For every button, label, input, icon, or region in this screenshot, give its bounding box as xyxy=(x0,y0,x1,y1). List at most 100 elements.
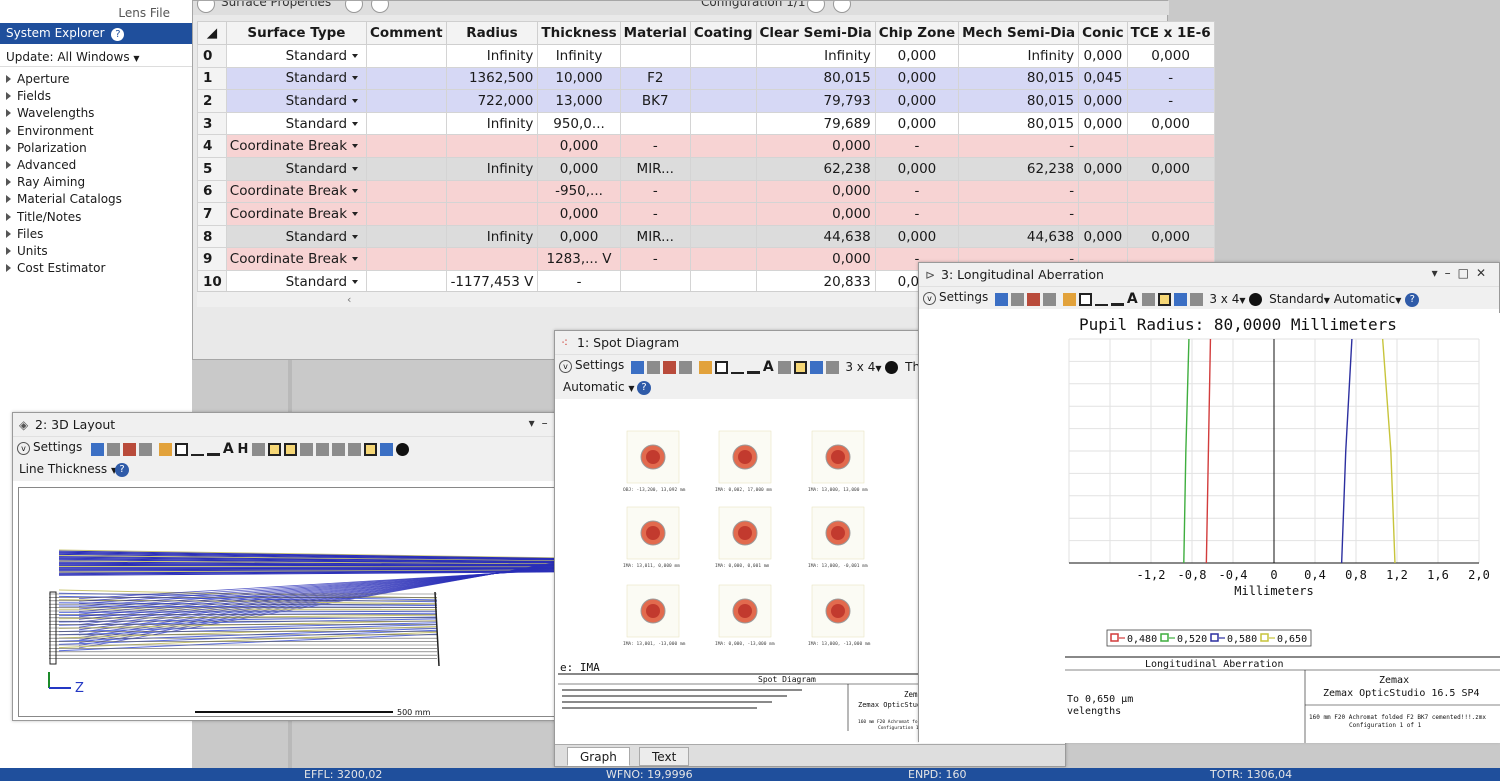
system-explorer-item-advanced[interactable]: Advanced xyxy=(0,157,192,174)
column-header[interactable]: TCE x 1E-6 xyxy=(1126,21,1215,45)
mech-cell[interactable]: - xyxy=(958,179,1080,204)
radius-cell[interactable]: Infinity xyxy=(445,44,539,68)
tab-text[interactable]: Text xyxy=(639,747,690,766)
save-icon[interactable] xyxy=(123,443,136,456)
radius-cell[interactable] xyxy=(445,247,539,271)
clear-cell[interactable]: 80,015 xyxy=(755,66,876,91)
clear-cell[interactable]: 79,793 xyxy=(755,89,876,113)
system-explorer-item-environment[interactable]: Environment xyxy=(0,123,192,140)
column-header[interactable]: Thickness xyxy=(537,21,621,45)
system-explorer-item-title-notes[interactable]: Title/Notes xyxy=(0,209,192,226)
mech-cell[interactable]: 80,015 xyxy=(958,89,1080,113)
surface-index[interactable]: 1 xyxy=(197,66,227,91)
comment-cell[interactable] xyxy=(366,202,447,226)
system-explorer-header[interactable]: System Explorer ? xyxy=(0,23,192,44)
window-icon[interactable] xyxy=(380,443,394,456)
pencil-icon[interactable] xyxy=(158,443,172,456)
bulb-icon[interactable] xyxy=(777,361,791,374)
refresh-icon[interactable] xyxy=(995,293,1008,306)
view-icon[interactable] xyxy=(284,443,298,456)
conic-cell[interactable]: 0,000 xyxy=(1078,89,1128,113)
pan-icon[interactable] xyxy=(300,443,314,456)
thickness-cell[interactable]: 10,000 xyxy=(537,66,621,91)
column-header[interactable]: Coating xyxy=(689,21,757,45)
chip-cell[interactable]: - xyxy=(874,134,960,158)
thickness-cell[interactable]: 0,000 xyxy=(537,134,621,158)
mech-cell[interactable]: 44,638 xyxy=(958,224,1080,249)
zoom-icon[interactable] xyxy=(316,443,330,456)
mech-cell[interactable]: 80,015 xyxy=(958,66,1080,91)
surface-type-cell[interactable]: Standard xyxy=(225,269,368,294)
comment-cell[interactable] xyxy=(366,134,447,158)
line-icon[interactable] xyxy=(1110,293,1124,306)
system-explorer-item-units[interactable]: Units xyxy=(0,243,192,260)
comment-cell[interactable] xyxy=(366,111,447,136)
surface-index[interactable]: 4 xyxy=(197,134,227,158)
clear-cell[interactable]: 44,638 xyxy=(755,224,876,249)
image-icon[interactable] xyxy=(332,443,346,456)
chevron-down-icon[interactable] xyxy=(352,257,359,262)
line-icon[interactable] xyxy=(746,361,760,374)
pencil-icon[interactable] xyxy=(1062,293,1076,306)
chevron-down-icon[interactable] xyxy=(352,98,359,103)
pencil-icon[interactable] xyxy=(698,361,712,374)
surface-type-cell[interactable]: Standard xyxy=(225,156,368,181)
radius-cell[interactable]: Infinity xyxy=(445,156,539,181)
material-cell[interactable]: - xyxy=(619,134,691,158)
chip-cell[interactable]: 0,000 xyxy=(874,224,960,249)
chip-cell[interactable]: 0,000 xyxy=(874,111,960,136)
scroll-left-icon[interactable]: ‹ xyxy=(347,293,351,306)
surface-index[interactable]: 5 xyxy=(197,156,227,181)
system-explorer-item-ray-aiming[interactable]: Ray Aiming xyxy=(0,174,192,191)
layout-grid-icon[interactable] xyxy=(364,443,378,456)
material-cell[interactable]: BK7 xyxy=(619,89,691,113)
save-icon[interactable] xyxy=(1027,293,1040,306)
clear-cell[interactable]: 0,000 xyxy=(755,247,876,271)
surface-index[interactable]: 6 xyxy=(197,179,227,204)
power-icon[interactable] xyxy=(885,361,899,374)
tce-cell[interactable]: - xyxy=(1126,89,1215,113)
power-icon[interactable] xyxy=(1249,293,1263,306)
dimension-icon[interactable]: H xyxy=(238,442,249,457)
mech-cell[interactable]: 80,015 xyxy=(958,111,1080,136)
power-icon[interactable] xyxy=(396,443,410,456)
rectangle-icon[interactable] xyxy=(714,361,728,374)
copy-icon[interactable] xyxy=(107,443,120,456)
column-header[interactable]: Clear Semi-Dia xyxy=(755,21,876,45)
clear-cell[interactable]: Infinity xyxy=(755,44,876,68)
coating-cell[interactable] xyxy=(689,134,757,158)
help-icon[interactable]: ? xyxy=(115,463,129,477)
comment-cell[interactable] xyxy=(366,247,447,271)
surface-type-cell[interactable]: Coordinate Break xyxy=(225,247,368,271)
print-icon[interactable] xyxy=(679,361,692,374)
chevron-down-icon[interactable] xyxy=(352,121,359,126)
coating-cell[interactable] xyxy=(689,247,757,271)
system-explorer-item-aperture[interactable]: Aperture xyxy=(0,71,192,88)
thickness-cell[interactable]: 950,0... xyxy=(537,111,621,136)
layers-icon[interactable] xyxy=(825,361,839,374)
text-tool-icon[interactable]: A xyxy=(223,441,234,457)
config-next-icon[interactable] xyxy=(833,1,851,13)
coating-cell[interactable] xyxy=(689,202,757,226)
mech-cell[interactable]: - xyxy=(958,134,1080,158)
bulb-icon[interactable] xyxy=(1141,293,1155,306)
system-explorer-item-files[interactable]: Files xyxy=(0,226,192,243)
radius-cell[interactable] xyxy=(445,134,539,158)
material-cell[interactable]: MIR... xyxy=(619,224,691,249)
conic-cell[interactable] xyxy=(1078,179,1128,204)
coating-cell[interactable] xyxy=(689,156,757,181)
table-row[interactable]: 7 Coordinate Break 0,000-0,000- - xyxy=(197,202,1215,226)
clear-cell[interactable]: 20,833 xyxy=(755,269,876,294)
coating-cell[interactable] xyxy=(689,179,757,204)
print-icon[interactable] xyxy=(1043,293,1056,306)
text-tool-icon[interactable]: A xyxy=(1127,291,1138,307)
material-cell[interactable]: - xyxy=(619,247,691,271)
comment-cell[interactable] xyxy=(366,179,447,204)
conic-cell[interactable]: 0,000 xyxy=(1078,44,1128,68)
chevron-down-icon[interactable] xyxy=(352,279,359,284)
table-row[interactable]: 5 Standard Infinity 0,000 MIR... 62,238 0,000 6… xyxy=(197,156,1215,181)
text-tool-icon[interactable]: A xyxy=(763,359,774,375)
surface-type-cell[interactable]: Standard xyxy=(225,224,368,249)
column-header[interactable]: Mech Semi-Dia xyxy=(958,21,1080,45)
chevron-down-icon[interactable] xyxy=(352,211,359,216)
